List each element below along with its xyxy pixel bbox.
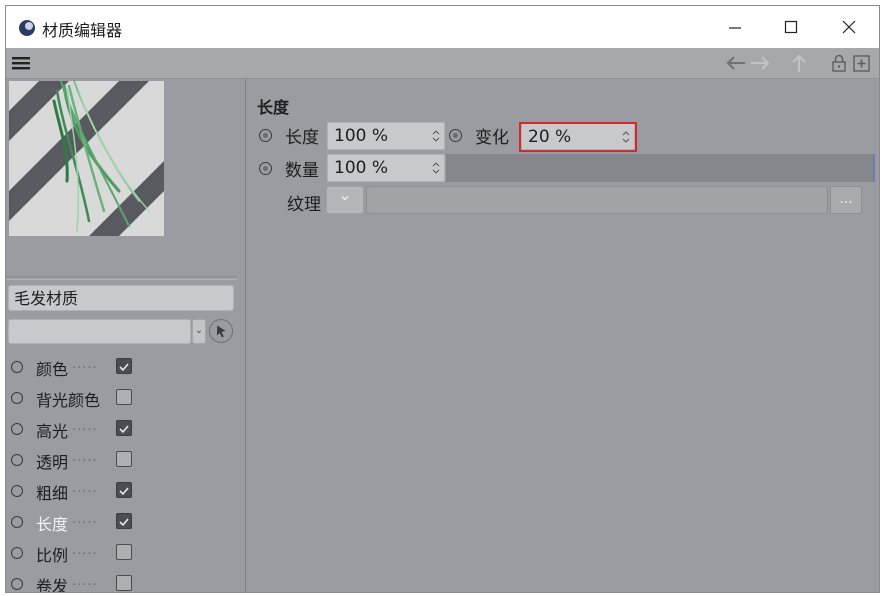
channel-checkbox[interactable] [116,544,132,560]
channel-label: 背光颜色 [36,391,101,410]
minimize-button[interactable] [707,6,763,48]
new-window-icon[interactable] [851,53,873,73]
texture-more-button[interactable]: ... [830,186,862,214]
texture-dropdown-button[interactable] [326,186,364,214]
close-button[interactable] [821,6,877,48]
channel-radio-icon [11,454,23,466]
length-value: 100 % [334,126,389,146]
channel-radio-icon [11,361,23,373]
channel-dots: ..... [72,543,98,558]
toolbar [6,48,879,79]
channel-dots: ..... [72,357,98,372]
back-arrow-icon[interactable] [725,53,747,73]
channel-specular[interactable]: 高光 ..... [6,416,241,442]
material-editor-window: 材质编辑器 毛发材质 ⌄ 颜色 ..... 背光颜色 高光 ..... 透明 .… [5,5,880,593]
amount-label: 数量 [285,161,319,181]
up-arrow-icon[interactable] [788,53,810,73]
title-bar: 材质编辑器 [6,6,879,48]
channel-dots: ..... [72,419,98,434]
channel-curl[interactable]: 卷发 ..... [6,571,241,593]
channel-checkbox[interactable] [116,358,132,374]
checkmark-icon [119,518,129,527]
channel-checkbox[interactable] [116,482,132,498]
material-sidebar: 毛发材质 ⌄ 颜色 ..... 背光颜色 高光 ..... 透明 ..... 粗… [6,79,246,592]
channel-checkbox[interactable] [116,575,132,591]
length-label: 长度 [285,128,319,148]
forward-arrow-icon[interactable] [749,53,771,73]
checkmark-icon [119,363,129,372]
channel-dots: ..... [72,512,98,527]
maximize-icon [784,20,798,34]
amount-value: 100 % [334,158,389,178]
checkmark-icon [119,425,129,434]
spinner-arrows-icon[interactable] [432,161,440,175]
channel-label: 粗细 [36,484,69,503]
channel-label: 透明 [36,453,69,472]
channel-radio-icon [11,392,23,404]
minimize-icon [729,27,741,29]
spinner-arrows-icon[interactable] [432,129,440,143]
channel-color[interactable]: 颜色 ..... [6,354,241,380]
channel-radio-icon [11,423,23,435]
channel-checkbox[interactable] [116,420,132,436]
eyedropper-arrow-icon[interactable] [209,319,233,343]
dropdown-chevron-button[interactable]: ⌄ [192,319,206,344]
channel-backlight-color[interactable]: 背光颜色 [6,385,241,411]
checkmark-icon [119,487,129,496]
app-logo-icon [19,20,35,36]
amount-input[interactable]: 100 % [327,154,445,182]
amount-keyframe-radio[interactable] [259,162,272,175]
channel-label: 比例 [36,546,69,565]
channel-radio-icon [11,547,23,559]
length-input[interactable]: 100 % [327,122,445,150]
channel-scale[interactable]: 比例 ..... [6,540,241,566]
length-keyframe-radio[interactable] [259,129,272,142]
hamburger-menu-icon[interactable] [12,55,30,71]
channel-dots: ..... [72,481,98,496]
channel-length[interactable]: 长度 ..... [6,509,241,535]
channel-dots: ..... [72,450,98,465]
material-preview-thumbnail[interactable] [9,81,164,236]
channel-radio-icon [11,578,23,590]
lock-icon[interactable] [828,53,850,73]
sidebar-divider [6,276,237,280]
material-name-field[interactable]: 毛发材质 [8,285,234,311]
section-title: 长度 [257,98,290,117]
channel-checkbox[interactable] [116,513,132,529]
channel-radio-icon [11,516,23,528]
maximize-button[interactable] [763,6,819,48]
variation-keyframe-radio[interactable] [449,129,462,142]
channel-checkbox[interactable] [116,389,132,405]
channel-checkbox[interactable] [116,451,132,467]
texture-label: 纹理 [287,195,321,215]
window-title: 材质编辑器 [42,21,123,40]
channel-label-active: 长度 [36,515,69,534]
close-icon [842,20,856,34]
material-type-dropdown[interactable] [8,319,191,344]
channel-label: 颜色 [36,360,69,379]
channel-transparency[interactable]: 透明 ..... [6,447,241,473]
amount-slider[interactable] [446,154,875,182]
channel-label: 卷发 [36,577,69,593]
channel-label: 高光 [36,422,69,441]
variation-highlight-box [519,122,637,152]
variation-label: 变化 [475,128,509,148]
chevron-down-icon [341,196,349,201]
channel-radio-icon [11,485,23,497]
texture-slot-field[interactable] [366,186,828,214]
channel-thickness[interactable]: 粗细 ..... [6,478,241,504]
channel-dots: ..... [72,574,98,589]
